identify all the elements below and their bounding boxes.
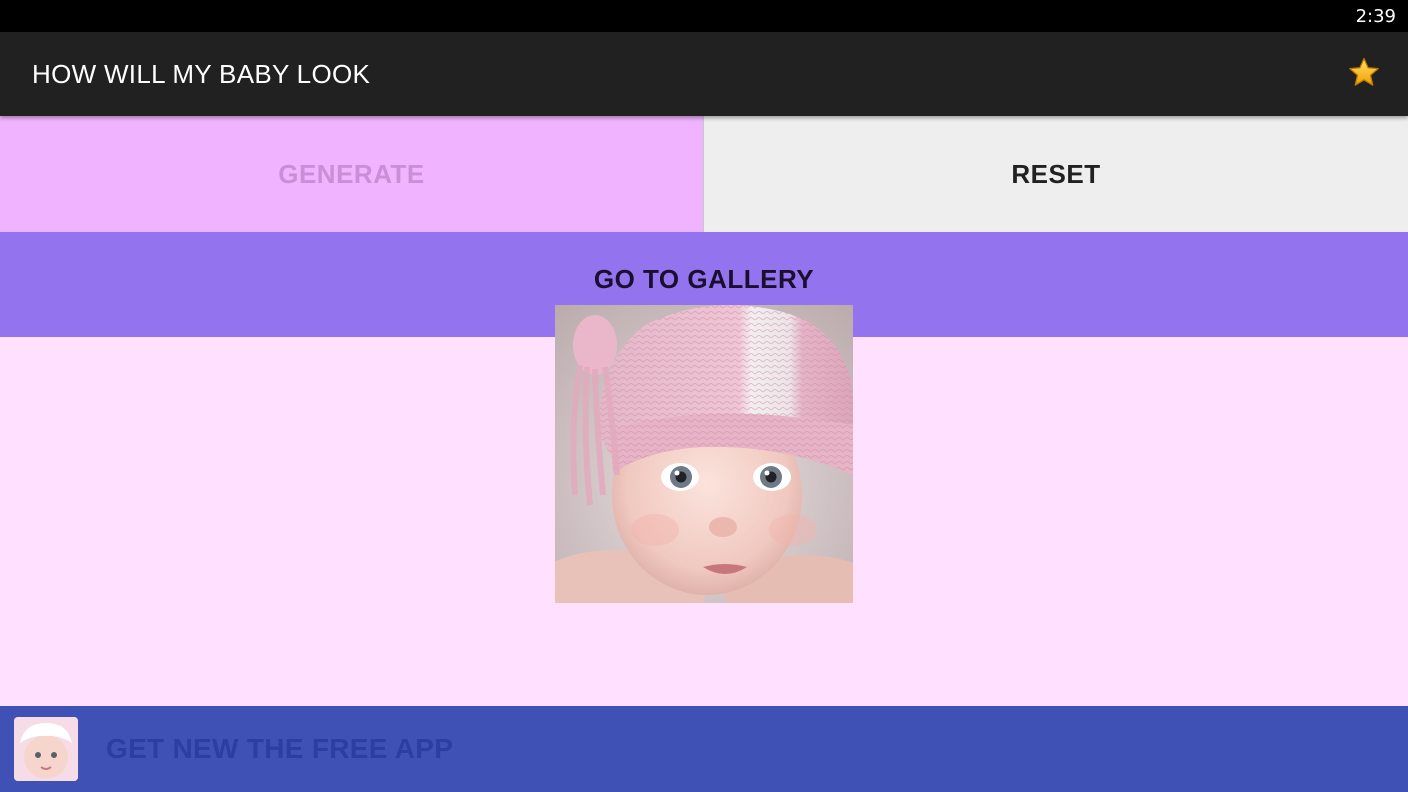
generate-button[interactable]: GENERATE	[0, 116, 704, 232]
favorite-button[interactable]	[1344, 53, 1384, 93]
app-bar: HOW WILL MY BABY LOOK	[0, 32, 1408, 116]
reset-button[interactable]: RESET	[704, 116, 1408, 232]
ad-text[interactable]: GET NEW THE FREE APP	[106, 733, 453, 765]
baby-photo[interactable]	[555, 305, 853, 603]
baby-thumbnail-image	[14, 717, 78, 781]
action-button-row: GENERATE RESET	[0, 116, 1408, 232]
ad-app-icon[interactable]	[14, 717, 78, 781]
ad-banner[interactable]: GET NEW THE FREE APP	[0, 706, 1408, 792]
status-bar: 2:39	[0, 0, 1408, 32]
star-icon	[1349, 57, 1379, 86]
status-clock: 2:39	[1355, 6, 1396, 27]
baby-photo-image	[555, 305, 853, 603]
app-title: HOW WILL MY BABY LOOK	[32, 59, 371, 89]
